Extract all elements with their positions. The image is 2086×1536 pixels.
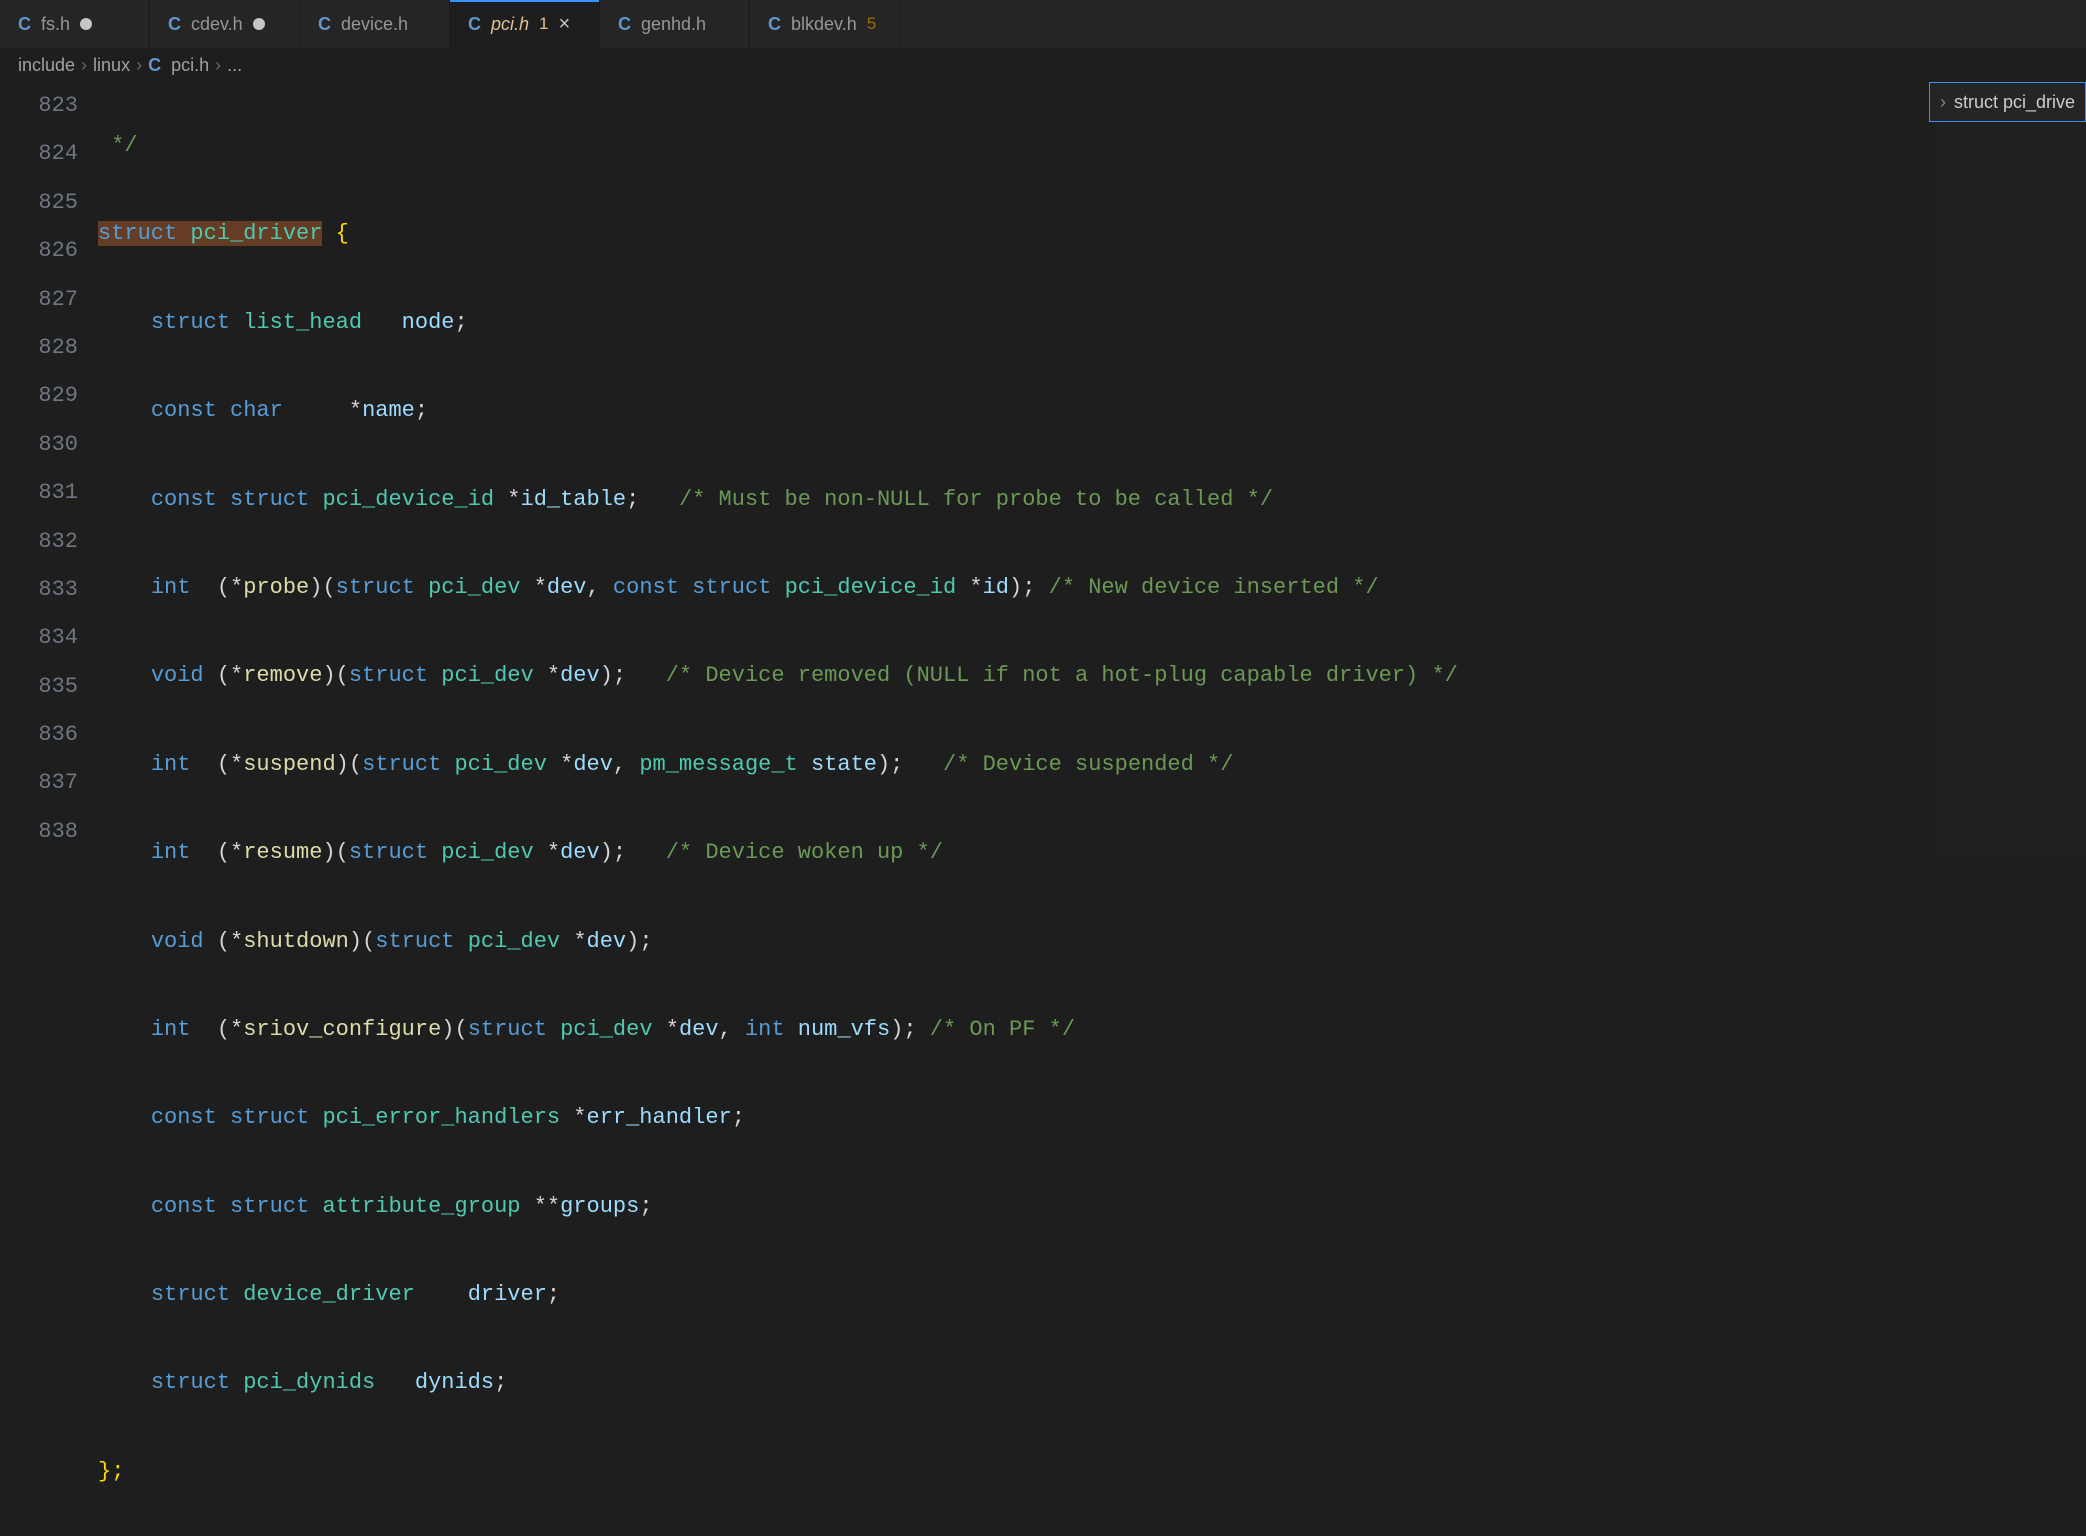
tab-label: fs.h [41, 14, 70, 35]
line-gutter: 823 824 825 826 827 828 829 830 831 832 … [0, 82, 98, 858]
tab-label: genhd.h [641, 14, 706, 35]
line-number[interactable]: 826 [0, 227, 78, 275]
tab-fs-h[interactable]: C fs.h [0, 0, 150, 48]
c-lang-icon: C [148, 55, 161, 76]
tab-pci-h[interactable]: C pci.h 1 × [450, 0, 600, 48]
c-lang-icon: C [318, 14, 331, 35]
tab-cdev-h[interactable]: C cdev.h [150, 0, 300, 48]
code-line[interactable]: }; [98, 1448, 2086, 1496]
tab-label: device.h [341, 14, 408, 35]
chevron-right-icon: › [81, 55, 87, 76]
code-line[interactable]: void (*remove)(struct pci_dev *dev); /* … [98, 652, 2086, 700]
tab-genhd-h[interactable]: C genhd.h [600, 0, 750, 48]
line-number[interactable]: 829 [0, 372, 78, 420]
chevron-right-icon: › [136, 55, 142, 76]
outline-widget[interactable]: › struct pci_drive [1929, 82, 2086, 122]
close-icon[interactable]: × [559, 13, 571, 36]
dirty-dot-icon [80, 18, 92, 30]
code-line[interactable]: struct pci_dynids dynids; [98, 1359, 2086, 1407]
line-number[interactable]: 828 [0, 324, 78, 372]
tab-device-h[interactable]: C device.h [300, 0, 450, 48]
code-line[interactable]: struct pci_driver { [98, 210, 2086, 258]
line-number[interactable]: 835 [0, 663, 78, 711]
line-number[interactable]: 832 [0, 518, 78, 566]
code-line[interactable]: int (*resume)(struct pci_dev *dev); /* D… [98, 829, 2086, 877]
problem-badge: 5 [867, 14, 876, 34]
outline-label: struct pci_drive [1954, 92, 2075, 113]
code-line[interactable]: const struct pci_error_handlers *err_han… [98, 1094, 2086, 1142]
line-number[interactable]: 825 [0, 179, 78, 227]
line-number[interactable]: 830 [0, 421, 78, 469]
line-number[interactable]: 834 [0, 614, 78, 662]
breadcrumb-seg[interactable]: pci.h [171, 55, 209, 76]
problem-badge: 1 [539, 14, 548, 34]
tab-label: pci.h [491, 14, 529, 35]
tab-blkdev-h[interactable]: C blkdev.h 5 [750, 0, 900, 48]
tab-bar: C fs.h C cdev.h C device.h C pci.h 1 × C… [0, 0, 2086, 48]
line-number[interactable]: 833 [0, 566, 78, 614]
code-line[interactable]: const struct attribute_group **groups; [98, 1183, 2086, 1231]
line-number[interactable]: 831 [0, 469, 78, 517]
c-lang-icon: C [18, 14, 31, 35]
breadcrumb[interactable]: include › linux › C pci.h › ... [0, 48, 2086, 82]
c-lang-icon: C [168, 14, 181, 35]
line-number[interactable]: 836 [0, 711, 78, 759]
c-lang-icon: C [468, 14, 481, 35]
tab-label: cdev.h [191, 14, 243, 35]
breadcrumb-seg[interactable]: linux [93, 55, 130, 76]
code-line[interactable]: struct device_driver driver; [98, 1271, 2086, 1319]
minimap[interactable] [1936, 82, 2086, 858]
c-lang-icon: C [618, 14, 631, 35]
line-number[interactable]: 837 [0, 759, 78, 807]
dirty-dot-icon [253, 18, 265, 30]
code-line[interactable]: int (*suspend)(struct pci_dev *dev, pm_m… [98, 741, 2086, 789]
code-line[interactable]: const struct pci_device_id *id_table; /*… [98, 476, 2086, 524]
code-line[interactable]: int (*sriov_configure)(struct pci_dev *d… [98, 1006, 2086, 1054]
code-area[interactable]: */ struct pci_driver { struct list_head … [98, 82, 2086, 858]
code-line[interactable]: const char *name; [98, 387, 2086, 435]
code-line[interactable]: */ [98, 122, 2086, 170]
line-number[interactable]: 823 [0, 82, 78, 130]
code-line[interactable]: struct list_head node; [98, 299, 2086, 347]
line-number[interactable]: 827 [0, 276, 78, 324]
chevron-right-icon: › [215, 55, 221, 76]
line-number[interactable]: 824 [0, 130, 78, 178]
code-line[interactable]: void (*shutdown)(struct pci_dev *dev); [98, 918, 2086, 966]
editor[interactable]: 823 824 825 826 827 828 829 830 831 832 … [0, 82, 2086, 858]
tab-label: blkdev.h [791, 14, 857, 35]
line-number[interactable]: 838 [0, 808, 78, 856]
breadcrumb-seg[interactable]: include [18, 55, 75, 76]
chevron-right-icon: › [1940, 92, 1946, 113]
breadcrumb-seg[interactable]: ... [227, 55, 242, 76]
code-line[interactable]: int (*probe)(struct pci_dev *dev, const … [98, 564, 2086, 612]
c-lang-icon: C [768, 14, 781, 35]
